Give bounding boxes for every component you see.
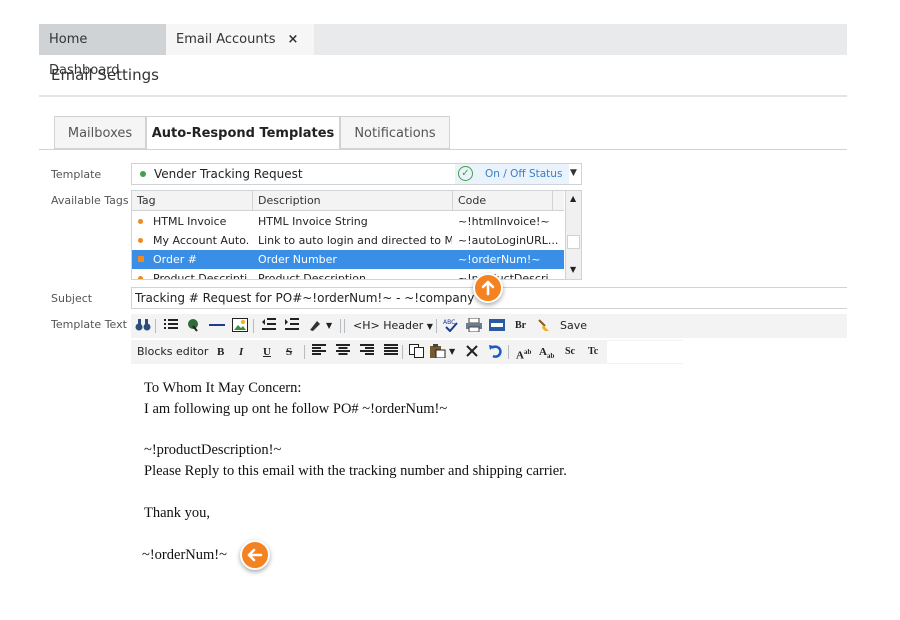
chevron-down-icon[interactable]: ▼: [449, 344, 455, 360]
template-text-label: Template Text: [51, 318, 127, 331]
divider: [39, 149, 847, 150]
spellcheck-icon[interactable]: ABC: [443, 318, 459, 334]
editor-line: To Whom It May Concern:: [144, 380, 302, 396]
callout-up-arrow-icon: [473, 273, 503, 303]
image-icon[interactable]: [232, 318, 248, 334]
editor-line: Thank you,: [144, 505, 211, 521]
tab-auto-respond-templates[interactable]: Auto-Respond Templates: [146, 116, 340, 150]
table-row-selected[interactable]: Order # Order Number ~!orderNum!~: [132, 250, 564, 269]
toolbar-separator: [508, 345, 509, 359]
scroll-thumb[interactable]: [567, 235, 580, 249]
horizontal-rule-icon[interactable]: [209, 318, 225, 334]
underline-button[interactable]: U: [263, 344, 271, 360]
toolbar-separator: [436, 319, 437, 333]
tab-notifications[interactable]: Notifications: [340, 116, 450, 149]
column-header-tag[interactable]: Tag: [132, 191, 253, 210]
grid-scrollbar[interactable]: ▲ ▼: [565, 191, 581, 279]
editor-line: Please Reply to this email with the trac…: [144, 463, 567, 479]
list-icon[interactable]: [163, 318, 179, 334]
table-row[interactable]: HTML Invoice HTML Invoice String ~!htmlI…: [132, 212, 564, 231]
cut-icon[interactable]: [464, 344, 480, 360]
tag-bullet-icon: [138, 256, 144, 262]
subject-label: Subject: [51, 292, 93, 305]
print-icon[interactable]: [466, 317, 482, 334]
align-justify-icon[interactable]: [383, 344, 399, 360]
bold-button[interactable]: B: [217, 344, 224, 360]
toolbar-separator: [155, 319, 156, 333]
tag-bullet-icon: [138, 238, 143, 243]
svg-text:ABC: ABC: [443, 319, 455, 326]
italic-button[interactable]: I: [239, 344, 243, 360]
align-left-icon[interactable]: [311, 344, 327, 360]
strikethrough-button[interactable]: S: [286, 344, 292, 360]
link-globe-icon[interactable]: [186, 318, 202, 334]
chevron-down-icon[interactable]: ▼: [326, 318, 332, 334]
template-label: Template: [51, 168, 102, 181]
html-source-icon[interactable]: [489, 318, 505, 334]
scroll-down-icon[interactable]: ▼: [570, 265, 576, 274]
tags-grid: Tag Description Code HTML Invoice HTML I…: [131, 190, 582, 280]
editor-line: ~!productDescription!~: [144, 442, 282, 458]
binoculars-icon[interactable]: [135, 318, 151, 334]
tag-bullet-icon: [138, 219, 143, 224]
toolbar-separator: [340, 319, 341, 333]
table-row[interactable]: My Account Auto... Link to auto login an…: [132, 231, 564, 250]
tab-email-accounts[interactable]: Email Accounts ×: [166, 24, 314, 55]
toolbar-separator: [344, 319, 345, 333]
on-off-status-toggle[interactable]: ✓ On / Off Status: [455, 164, 569, 184]
editor-toolbar-bottom: Blocks editor B I U S ▼ Aab Aab Sc Tc: [131, 340, 683, 364]
paste-icon[interactable]: [430, 344, 446, 360]
active-dot-icon: [140, 171, 146, 177]
template-name: Vender Tracking Request: [154, 167, 303, 181]
chevron-down-icon[interactable]: ▼: [570, 168, 577, 178]
blocks-editor-button[interactable]: Blocks editor: [137, 344, 208, 360]
toolbar-blank-area: [607, 341, 683, 363]
toolbar-separator: [304, 345, 305, 359]
header-dropdown[interactable]: <H> Header ▼: [353, 318, 433, 334]
grid-header: Tag Description Code: [132, 191, 564, 211]
tab-home-dashboard[interactable]: Home Dashboard: [39, 24, 166, 78]
align-right-icon[interactable]: [359, 344, 375, 360]
template-select[interactable]: Vender Tracking Request ✓ On / Off Statu…: [131, 163, 582, 185]
column-header-description[interactable]: Description: [253, 191, 453, 210]
highlight-pen-icon[interactable]: [307, 318, 323, 334]
clean-broom-icon[interactable]: [536, 318, 552, 334]
page-title: Email Settings: [51, 66, 159, 84]
toolbar-separator: [253, 319, 254, 333]
toolbar-separator: [402, 345, 403, 359]
small-caps-button[interactable]: Sc: [565, 344, 575, 360]
tab-mailboxes[interactable]: Mailboxes: [54, 116, 146, 149]
divider: [39, 95, 847, 97]
copy-icon[interactable]: [409, 344, 425, 360]
top-tab-bar: Home Dashboard Email Accounts ×: [39, 24, 847, 78]
outdent-icon[interactable]: [261, 318, 277, 334]
save-button[interactable]: Save: [560, 318, 587, 334]
tag-bullet-icon: [138, 276, 143, 279]
superscript-button[interactable]: Aab: [516, 344, 531, 362]
editor-toolbar-top: ▼ <H> Header ▼ ABC Br Save: [131, 314, 847, 338]
indent-icon[interactable]: [284, 318, 300, 334]
available-tags-label: Available Tags: [51, 194, 129, 207]
align-center-icon[interactable]: [335, 344, 351, 360]
close-icon[interactable]: ×: [287, 32, 298, 47]
editor-line: I am following up ont he follow PO# ~!or…: [144, 401, 448, 417]
check-circle-icon: ✓: [458, 166, 473, 181]
undo-icon[interactable]: [487, 344, 503, 360]
title-case-button[interactable]: Tc: [588, 344, 598, 360]
callout-left-arrow-icon: [240, 540, 270, 570]
line-break-button[interactable]: Br: [515, 318, 526, 334]
editor-line: ~!orderNum!~: [142, 547, 227, 563]
subscript-button[interactable]: Aab: [539, 344, 554, 360]
scroll-up-icon[interactable]: ▲: [570, 194, 576, 203]
column-header-code[interactable]: Code: [453, 191, 553, 210]
template-text-editor[interactable]: To Whom It May Concern: I am following u…: [131, 370, 847, 585]
